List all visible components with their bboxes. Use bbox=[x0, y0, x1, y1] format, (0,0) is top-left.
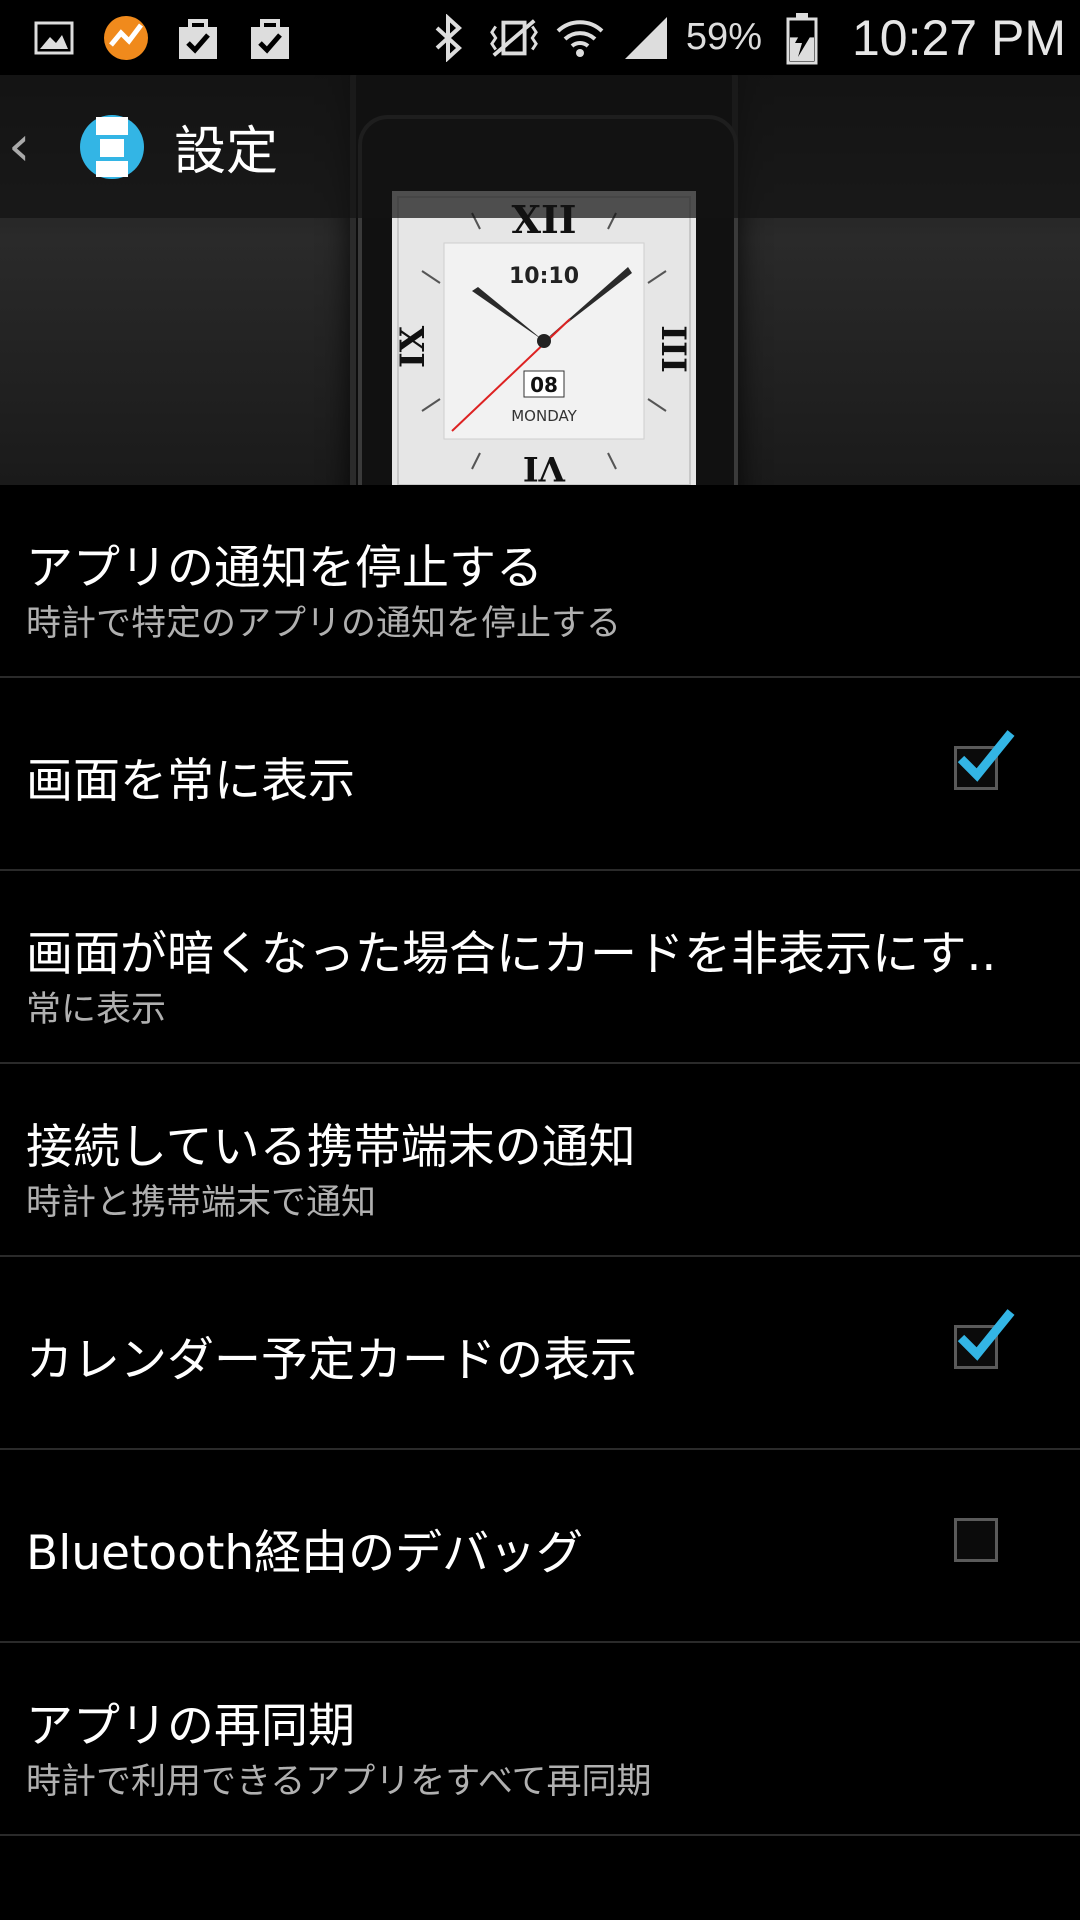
setting-title: カレンダー予定カードの表示 bbox=[26, 1333, 637, 1388]
setting-title: 画面が暗くなった場合にカードを非表示にす.. bbox=[26, 927, 997, 982]
bluetooth-icon bbox=[422, 12, 474, 64]
setting-subtitle: 時計で利用できるアプリをすべて再同期 bbox=[26, 1762, 652, 1802]
setting-subtitle: 時計と携帯端末で通知 bbox=[26, 1183, 377, 1223]
checkmark-icon bbox=[957, 1309, 1015, 1361]
numeral-bottom: VI bbox=[523, 448, 566, 485]
setting-resync-apps[interactable]: アプリの再同期 時計で利用できるアプリをすべて再同期 bbox=[0, 1643, 1080, 1836]
clock: 10:27 PM bbox=[851, 9, 1066, 66]
setting-title: 画面を常に表示 bbox=[26, 754, 355, 809]
chevron-left-icon[interactable]: ‹ bbox=[8, 114, 48, 179]
wifi-icon bbox=[554, 12, 606, 64]
signal-icon bbox=[620, 12, 672, 64]
action-bar: ‹ 設定 bbox=[0, 75, 1080, 218]
watch-day: MONDAY bbox=[511, 407, 577, 425]
numeral-right: III bbox=[653, 325, 693, 373]
calendar-cards-checkbox[interactable] bbox=[954, 1309, 1015, 1369]
setting-title: Bluetooth経由のデバッグ bbox=[26, 1526, 584, 1581]
setting-mute-app-notifications[interactable]: アプリの通知を停止する 時計で特定のアプリの通知を停止する bbox=[0, 485, 1080, 678]
page-title: 設定 bbox=[174, 122, 279, 182]
numeral-left: IX bbox=[393, 325, 433, 368]
gallery-icon bbox=[28, 12, 80, 64]
bluetooth-debugging-checkbox[interactable] bbox=[954, 1518, 998, 1562]
setting-connected-device-notifications[interactable]: 接続している携帯端末の通知 時計と携帯端末で通知 bbox=[0, 1064, 1080, 1257]
android-wear-icon[interactable] bbox=[78, 113, 146, 181]
watch-date: 08 bbox=[530, 373, 558, 397]
setting-subtitle: 時計で特定のアプリの通知を停止する bbox=[26, 604, 622, 644]
system-icons: 59% 10:27 PM bbox=[422, 9, 1080, 67]
setting-title: アプリの再同期 bbox=[26, 1699, 355, 1754]
shopping-bag-check-icon bbox=[244, 12, 296, 64]
shopping-bag-check-icon bbox=[172, 12, 224, 64]
notification-icons bbox=[0, 12, 296, 64]
setting-hide-cards-when-dimmed[interactable]: 画面が暗くなった場合にカードを非表示にす.. 常に表示 bbox=[0, 871, 1080, 1064]
status-bar: 59% 10:27 PM bbox=[0, 0, 1080, 75]
watch-digital-time: 10:10 bbox=[509, 264, 579, 289]
setting-subtitle: 常に表示 bbox=[26, 990, 167, 1030]
setting-always-on-screen[interactable]: 画面を常に表示 bbox=[0, 678, 1080, 871]
battery-percent: 59% bbox=[685, 16, 762, 58]
vibrate-mute-icon bbox=[488, 12, 540, 64]
always-on-screen-checkbox[interactable] bbox=[954, 730, 1015, 790]
setting-title: 接続している携帯端末の通知 bbox=[26, 1120, 636, 1175]
setting-title: アプリの通知を停止する bbox=[26, 541, 543, 596]
setting-calendar-event-cards[interactable]: カレンダー予定カードの表示 bbox=[0, 1257, 1080, 1450]
checkmark-icon bbox=[957, 730, 1015, 782]
setting-bluetooth-debugging[interactable]: Bluetooth経由のデバッグ bbox=[0, 1450, 1080, 1643]
settings-list: アプリの通知を停止する 時計で特定のアプリの通知を停止する 画面を常に表示 画面… bbox=[0, 485, 1080, 1836]
watch-face: XII III VI IX 10:10 08 MONDAY bbox=[392, 191, 696, 485]
battery-charging-icon bbox=[776, 12, 828, 64]
app-chart-icon bbox=[100, 12, 152, 64]
